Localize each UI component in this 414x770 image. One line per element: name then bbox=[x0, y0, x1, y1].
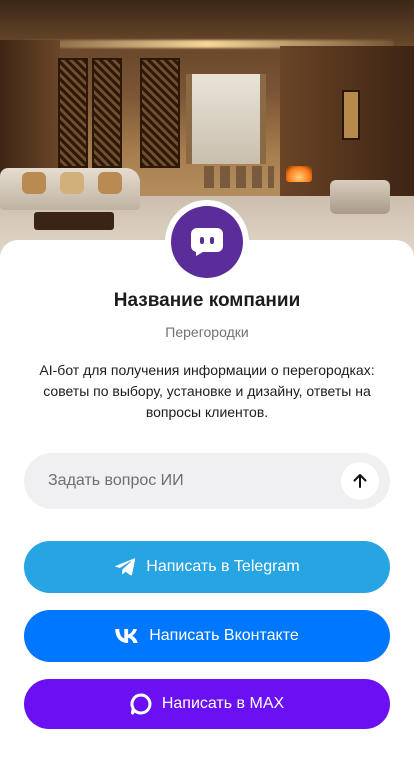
carved-partition bbox=[58, 58, 88, 168]
max-button-label: Написать в MAX bbox=[161, 695, 285, 712]
telegram-button-label: Написать в Telegram bbox=[146, 558, 300, 575]
vk-button-label: Написать Вконтакте bbox=[149, 627, 299, 644]
coffee-table bbox=[34, 212, 114, 230]
company-name: Название компании bbox=[113, 290, 301, 311]
fireplace bbox=[286, 166, 312, 182]
vk-icon bbox=[115, 629, 138, 643]
company-avatar bbox=[165, 200, 249, 284]
pillow bbox=[60, 172, 84, 194]
pillow bbox=[98, 172, 122, 194]
armchair bbox=[330, 180, 390, 214]
chat-bubble-icon bbox=[190, 228, 223, 256]
max-icon bbox=[130, 693, 152, 715]
max-button[interactable]: Написать в MAX bbox=[24, 679, 390, 729]
telegram-button[interactable]: Написать в Telegram bbox=[24, 541, 390, 593]
wall-art bbox=[342, 90, 360, 140]
company-description: AI-бот для получения информации о перего… bbox=[39, 362, 375, 420]
arrow-up-icon bbox=[353, 474, 367, 488]
send-button[interactable] bbox=[341, 462, 379, 500]
telegram-icon bbox=[114, 558, 136, 576]
carved-partition bbox=[140, 58, 180, 168]
dining-chairs bbox=[204, 166, 274, 188]
company-category: Перегородки bbox=[165, 324, 249, 340]
pillow bbox=[22, 172, 46, 194]
avatar-badge bbox=[171, 206, 243, 278]
carved-partition bbox=[92, 58, 122, 168]
window bbox=[186, 74, 266, 164]
vk-button[interactable]: Написать Вконтакте bbox=[24, 610, 390, 662]
ask-ai-box bbox=[24, 453, 390, 509]
ask-ai-input[interactable] bbox=[24, 453, 341, 509]
